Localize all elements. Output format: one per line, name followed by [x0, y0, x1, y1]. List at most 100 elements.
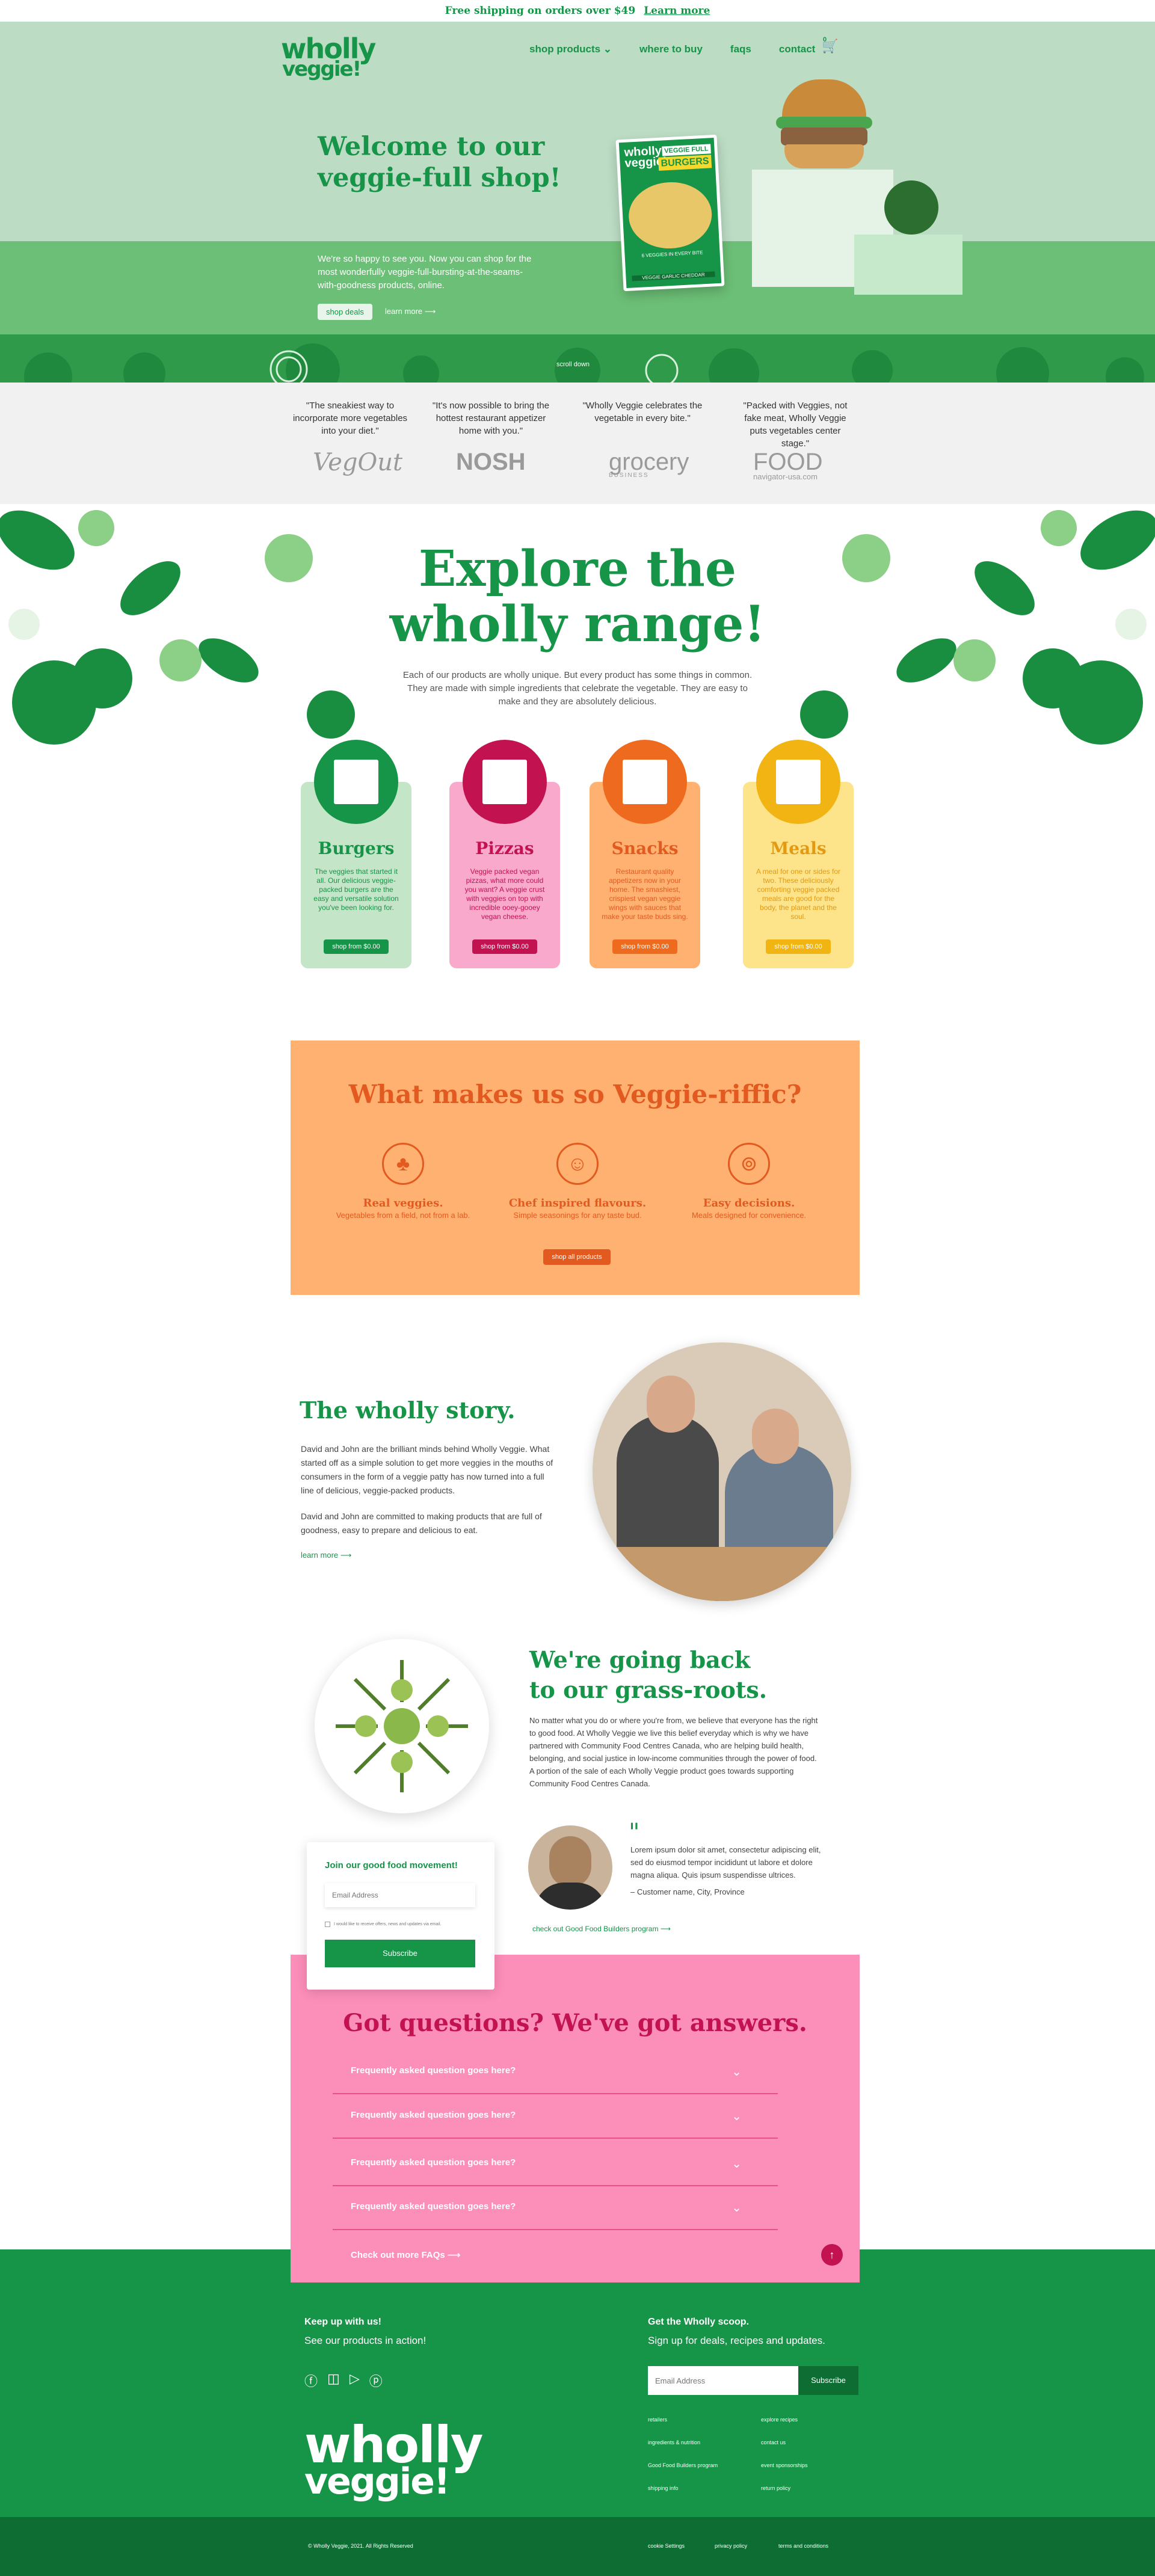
meals-package-image [774, 758, 822, 806]
testimonial-name: – Customer name, City, Province [630, 1887, 745, 1896]
site-footer [0, 2249, 1155, 2517]
press-quote-4: "Packed with Veggies, not fake meat, Who… [743, 401, 848, 449]
instagram-icon[interactable]: ◫ [327, 2371, 340, 2390]
footer-subscribe-button[interactable]: Subscribe [798, 2366, 858, 2395]
product-card-snacks[interactable]: Snacks Restaurant quality appetizers now… [590, 740, 700, 968]
facebook-icon[interactable]: ⓕ [304, 2371, 318, 2390]
feature-chef-flavours: ☺ Chef inspired flavours. Simple seasoni… [499, 1143, 656, 1220]
shop-pizzas-button[interactable]: shop from $0.00 [472, 939, 537, 954]
nosh-logo: NOSH [456, 449, 526, 475]
footer-link-ingredients[interactable]: ingredients & nutrition [648, 2439, 700, 2445]
newsletter-email-input[interactable] [325, 1883, 475, 1907]
press-quote-1: "The sneakiest way to incorporate more v… [292, 401, 408, 436]
consent-checkbox[interactable] [325, 1922, 330, 1927]
arrow-right-icon: ⟶ [340, 1551, 352, 1560]
footer-link-return-policy[interactable]: return policy [761, 2485, 790, 2491]
shipping-banner: Free shipping on orders over $49 Learn m… [0, 0, 1155, 22]
nav-shop-products[interactable]: shop products ⌄ [529, 43, 612, 55]
founders-photo [593, 1342, 851, 1601]
footer-link-shipping[interactable]: shipping info [648, 2485, 679, 2491]
main-nav: shop products ⌄ where to buy faqs contac… [529, 43, 815, 55]
back-to-top-button[interactable]: ↑ [821, 2244, 843, 2266]
explore-copy: Each of our products are wholly unique. … [402, 670, 753, 707]
nav-contact[interactable]: contact [779, 43, 815, 55]
product-card-burgers[interactable]: Burgers The veggies that started it all.… [301, 740, 411, 968]
nav-faqs[interactable]: faqs [730, 43, 751, 55]
site-logo[interactable]: wholly veggie! [281, 35, 376, 79]
footer-scoop-subheading: Sign up for deals, recipes and updates. [648, 2335, 825, 2346]
pizzas-package-image [481, 758, 529, 806]
footer-link-sponsorships[interactable]: event sponsorships [761, 2462, 808, 2468]
social-icons: ⓕ ◫ ▷ ⓟ [304, 2371, 383, 2390]
good-food-builders-link[interactable]: check out Good Food Builders program ⟶ [532, 1925, 671, 1933]
veggie-riffic-title: What makes us so Veggie-riffic? [348, 1080, 802, 1109]
display-pedestal-small [854, 235, 962, 295]
feature-real-veggies: ♣ Real veggies. Vegetables from a field,… [325, 1143, 481, 1220]
footer-social-subheading: See our products in action! [304, 2335, 427, 2346]
plate-cutlery-icon: ⊚ [728, 1143, 770, 1185]
press-quote-2: "It's now possible to bring the hottest … [432, 401, 550, 436]
hero-title: Welcome to our veggie-full shop! [318, 132, 561, 193]
cart-icon[interactable]: 🛒 0 [822, 36, 838, 54]
footer-social-heading: Keep up with us! [304, 2317, 381, 2327]
shop-deals-button[interactable]: shop deals [318, 304, 372, 320]
newsletter-subscribe-button[interactable]: Subscribe [325, 1940, 475, 1967]
terms-link[interactable]: terms and conditions [778, 2543, 828, 2549]
testimonial-text: Lorem ipsum dolor sit amet, consectetur … [630, 1845, 821, 1880]
arrow-right-icon: ⟶ [424, 307, 436, 316]
scroll-down-link[interactable]: scroll down [556, 361, 590, 368]
chevron-down-icon: ⌄ [732, 2157, 742, 2171]
arrow-right-icon: ⟶ [660, 1925, 671, 1933]
nav-where-to-buy[interactable]: where to buy [639, 43, 703, 55]
arrow-up-icon: ↑ [829, 2249, 835, 2261]
shop-snacks-button[interactable]: shop from $0.00 [612, 939, 677, 954]
more-faqs-label: Check out more FAQs ⟶ [351, 2250, 461, 2260]
privacy-policy-link[interactable]: privacy policy [715, 2543, 747, 2549]
hero-learn-more-link[interactable]: learn more ⟶ [385, 307, 436, 316]
chevron-down-icon: ⌄ [732, 2110, 742, 2123]
faq-item[interactable]: Frequently asked question goes here? ⌄ [333, 2187, 778, 2230]
shop-all-products-button[interactable]: shop all products [543, 1249, 611, 1265]
faq-title: Got questions? We've got answers. [343, 2009, 807, 2037]
footer-link-good-food-builders[interactable]: Good Food Builders program [648, 2462, 718, 2468]
faq-item[interactable]: Frequently asked question goes here? ⌄ [333, 2095, 778, 2139]
youtube-icon[interactable]: ▷ [350, 2371, 360, 2390]
press-quote-3: "Wholly Veggie celebrates the vegetable … [582, 401, 703, 423]
grass-roots-copy: No matter what you do or where you're fr… [529, 1716, 818, 1788]
story-learn-more-link[interactable]: learn more ⟶ [301, 1551, 351, 1560]
pinterest-icon[interactable]: ⓟ [369, 2371, 383, 2390]
footer-link-retailers[interactable]: retailers [648, 2417, 667, 2423]
faq-item[interactable]: Frequently asked question goes here? ⌄ [333, 2143, 778, 2186]
cart-count: 0 [823, 36, 827, 43]
hero-section [0, 22, 1155, 383]
explore-title: Explore the wholly range! [389, 540, 766, 653]
customer-avatar [528, 1825, 612, 1910]
press-section: "The sneakiest way to incorporate more v… [0, 383, 1155, 504]
shop-meals-button[interactable]: shop from $0.00 [766, 939, 831, 954]
chevron-down-icon: ⌄ [732, 2201, 742, 2215]
footer-logo[interactable]: wholly veggie! [304, 2420, 483, 2500]
product-card-pizzas[interactable]: Pizzas Veggie packed vegan pizzas, what … [449, 740, 560, 968]
burgers-package-image [332, 758, 380, 806]
cookie-settings-link[interactable]: cookie Settings [648, 2543, 685, 2549]
good-food-emblem [315, 1639, 489, 1813]
footer-email-input[interactable] [648, 2366, 798, 2395]
grocery-business-logo: grocery BUSINESS [609, 449, 689, 479]
product-card-meals[interactable]: Meals A meal for one or sides for two. T… [743, 740, 854, 968]
snacks-package-image [621, 758, 669, 806]
chef-icon: ☺ [556, 1143, 599, 1185]
vegout-logo: VegOut [313, 449, 403, 476]
shop-burgers-button[interactable]: shop from $0.00 [324, 939, 389, 954]
shipping-learn-more-link[interactable]: Learn more [644, 5, 710, 17]
footer-link-contact[interactable]: contact us [761, 2439, 786, 2445]
consent-label: I would like to receive offers, news and… [334, 1922, 442, 1926]
newsletter-card: Join our good food movement! I would lik… [307, 1842, 494, 1990]
food-navigator-logo: FOOD navigator-usa.com [753, 449, 823, 481]
burger-package-image: wholly veggie! VEGGIE FULL BURGERS 6 VEGG… [615, 134, 725, 292]
chevron-down-icon: ⌄ [732, 2065, 742, 2079]
faq-item[interactable]: Frequently asked question goes here? ⌄ [333, 2051, 778, 2094]
footer-link-recipes[interactable]: explore recipes [761, 2417, 798, 2423]
grass-roots-title: We're going back to our grass-roots. [529, 1646, 768, 1703]
broccoli-icon: ♣ [382, 1143, 424, 1185]
story-paragraph-1: David and John are the brilliant minds b… [301, 1444, 553, 1495]
